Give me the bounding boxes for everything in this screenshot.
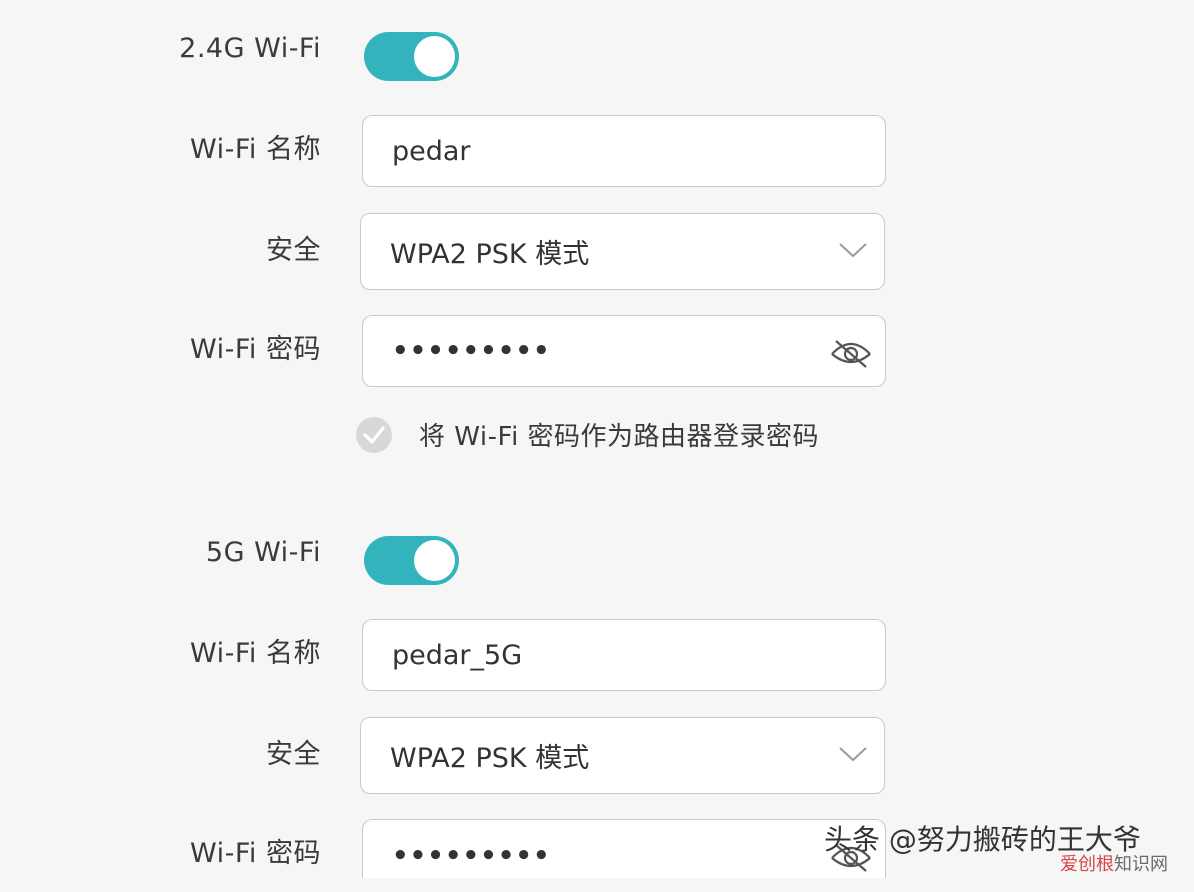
toggle-knob <box>414 36 455 77</box>
wifi-5g-name-input[interactable]: pedar_5G <box>362 619 886 691</box>
chevron-down-icon <box>839 243 867 258</box>
use-as-login-text: 将 Wi-Fi 密码作为路由器登录密码 <box>419 422 820 452</box>
wifi-5g-label: 5G Wi-Fi <box>205 537 321 568</box>
wifi-24g-toggle[interactable] <box>364 32 459 81</box>
wifi-24g-password-label: Wi-Fi 密码 <box>190 334 321 365</box>
wifi-24g-password-value: ••••••••• <box>392 336 551 366</box>
wifi-24g-security-select[interactable]: WPA2 PSK 模式 <box>360 213 885 290</box>
use-as-login-checkbox[interactable] <box>356 416 392 453</box>
wifi-24g-name-input[interactable]: pedar <box>362 115 886 187</box>
wifi-5g-security-value: WPA2 PSK 模式 <box>390 743 590 774</box>
wifi-24g-security-label: 安全 <box>266 235 321 266</box>
wifi-5g-name-label: Wi-Fi 名称 <box>190 638 321 669</box>
toggle-knob <box>414 540 455 581</box>
wifi-24g-security-value: WPA2 PSK 模式 <box>390 239 590 270</box>
wifi-24g-name-label: Wi-Fi 名称 <box>190 134 321 165</box>
wifi-5g-security-select[interactable]: WPA2 PSK 模式 <box>360 717 885 794</box>
wifi-5g-name-value: pedar_5G <box>392 639 523 671</box>
wifi-24g-password-input[interactable]: ••••••••• <box>362 315 886 387</box>
chevron-down-icon <box>839 747 867 762</box>
wifi-24g-name-value: pedar <box>392 135 471 167</box>
watermark-sub-gray: 知识网 <box>1114 854 1168 875</box>
watermark-subtext: 爱创根知识网 <box>1060 850 1168 876</box>
wifi-5g-password-label: Wi-Fi 密码 <box>190 838 321 869</box>
wifi-5g-password-value: ••••••••• <box>392 841 551 871</box>
wifi-5g-security-label: 安全 <box>266 739 321 770</box>
eye-slash-icon[interactable] <box>829 336 873 370</box>
wifi-5g-password-input[interactable]: ••••••••• <box>362 819 886 878</box>
watermark-sub-red: 爱创根 <box>1060 854 1114 875</box>
wifi-5g-toggle[interactable] <box>364 536 459 585</box>
wifi-24g-label: 2.4G Wi-Fi <box>179 33 321 64</box>
check-icon <box>363 425 385 444</box>
use-as-login-password-row: 将 Wi-Fi 密码作为路由器登录密码 <box>356 416 819 453</box>
